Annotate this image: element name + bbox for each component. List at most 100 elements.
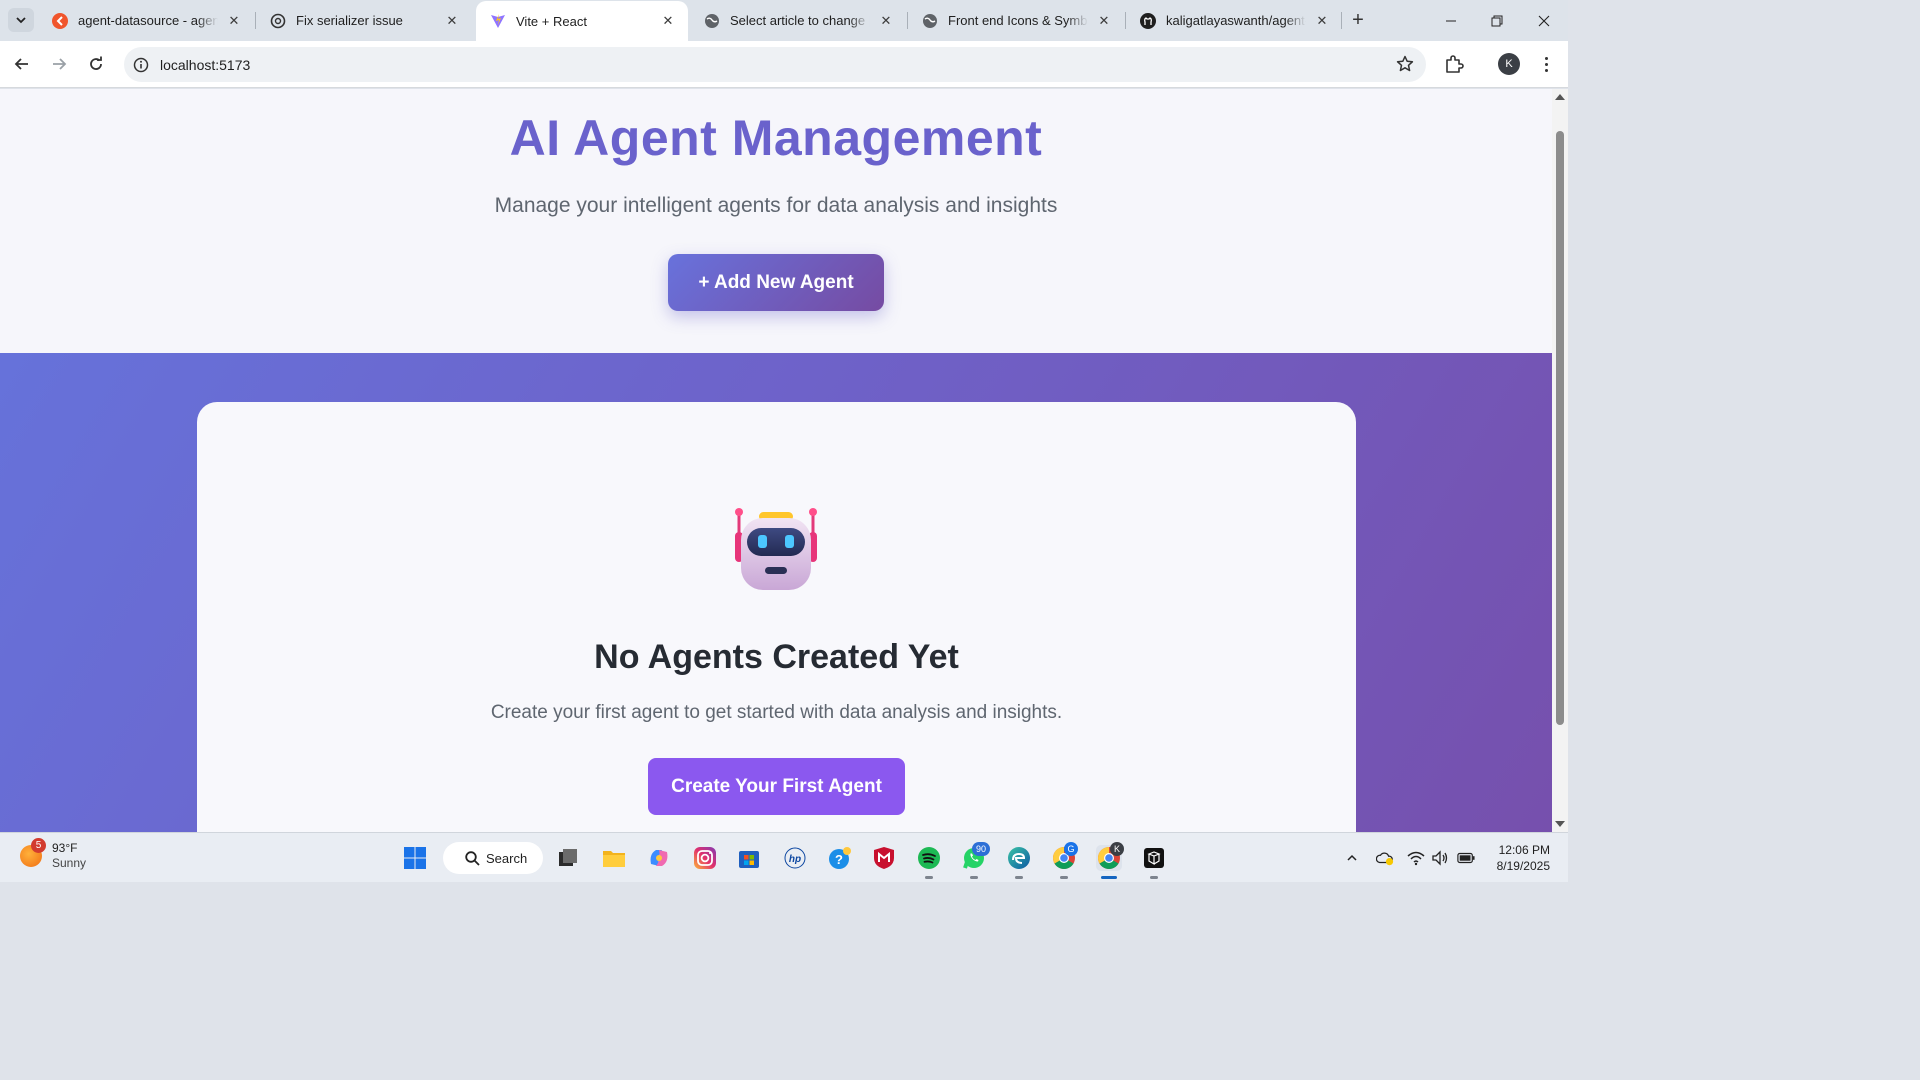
close-icon[interactable]: ✕ (224, 11, 244, 31)
microsoft-store-button[interactable] (736, 845, 762, 871)
speaker-icon (1432, 850, 1448, 866)
weather-widget[interactable]: 5 93°F Sunny (20, 838, 87, 871)
hp-app-button[interactable]: hp (782, 845, 808, 871)
openai-icon (270, 13, 286, 29)
page-scrollbar[interactable] (1552, 89, 1568, 832)
folder-icon (603, 851, 625, 867)
address-bar[interactable]: localhost:5173 (124, 47, 1426, 82)
globe-icon (922, 13, 938, 29)
tab-search-button[interactable] (8, 8, 34, 32)
edge-icon (1008, 847, 1030, 869)
url-text[interactable]: localhost:5173 (160, 57, 250, 73)
page-subtitle: Manage your intelligent agents for data … (494, 194, 1058, 217)
show-hidden-icons-button[interactable] (1343, 849, 1361, 867)
close-window-button[interactable] (1521, 0, 1567, 41)
minimize-button[interactable] (1428, 0, 1474, 41)
tab-title: kaligatlayaswanth/agent-s (1166, 13, 1306, 28)
tab-title: Vite + React (516, 13, 587, 29)
mcafee-button[interactable] (871, 845, 897, 871)
running-indicator (925, 876, 933, 879)
taskbar-search-label: Search (486, 850, 528, 866)
browser-menu-button[interactable] (1536, 53, 1556, 75)
running-indicator-active (1101, 876, 1117, 879)
page-header: AI Agent Management Manage your intellig… (0, 89, 1552, 353)
minimize-icon (1446, 20, 1456, 21)
restore-icon (1491, 15, 1503, 26)
tab-github[interactable]: kaligatlayaswanth/agent-s ✕ (1126, 0, 1342, 41)
tab-select-article[interactable]: Select article to change | D ✕ (690, 0, 906, 41)
running-indicator (1015, 876, 1023, 879)
github-icon (1140, 12, 1156, 29)
copilot-icon (650, 850, 668, 866)
whatsapp-badge: 90 (972, 842, 990, 856)
battery-icon (1457, 852, 1475, 864)
wifi-tray-icon[interactable] (1407, 849, 1425, 867)
windows-taskbar: 5 93°F Sunny Search hp ? 90 G K 12:06 PM… (0, 832, 1568, 882)
support-assistant-button[interactable]: ? (827, 845, 853, 871)
weather-badge: 5 (31, 838, 46, 853)
tab-divider (1341, 12, 1342, 29)
chevron-up-icon (1347, 854, 1357, 861)
scroll-up-arrow[interactable] (1555, 94, 1565, 100)
puzzle-icon (1446, 55, 1464, 73)
globe-icon (704, 13, 720, 29)
page-viewport: AI Agent Management Manage your intellig… (0, 89, 1552, 832)
arrow-left-icon (14, 58, 28, 70)
tab-title: Fix serializer issue (296, 13, 403, 28)
system-clock[interactable]: 12:06 PM 8/19/2025 (1480, 842, 1550, 874)
copilot-button[interactable] (646, 845, 672, 871)
battery-tray-icon[interactable] (1457, 849, 1475, 867)
task-view-button[interactable] (555, 845, 581, 871)
close-icon[interactable]: ✕ (876, 11, 896, 31)
mcafee-shield-icon (874, 847, 894, 869)
volume-tray-icon[interactable] (1431, 849, 1449, 867)
back-button[interactable] (8, 50, 36, 78)
close-icon[interactable]: ✕ (658, 11, 678, 31)
store-icon (739, 851, 759, 868)
dot (1544, 62, 1548, 66)
start-button[interactable] (402, 845, 428, 871)
extensions-button[interactable] (1443, 53, 1465, 80)
spotify-button[interactable] (916, 845, 942, 871)
tab-front-end-icons[interactable]: Front end Icons & Symbols ✕ (908, 0, 1124, 41)
onedrive-tray-icon[interactable] (1376, 849, 1394, 867)
create-first-agent-button[interactable]: Create Your First Agent (648, 758, 905, 815)
new-tab-button[interactable]: + (1347, 9, 1369, 31)
tab-title: Select article to change | D (730, 13, 870, 28)
tab-vite-react[interactable]: Vite + React ✕ (476, 1, 688, 41)
tab-fix-serializer[interactable]: Fix serializer issue ✕ (256, 0, 472, 41)
forward-button[interactable] (45, 50, 73, 78)
clock-time: 12:06 PM (1498, 843, 1550, 857)
instagram-icon (694, 847, 716, 869)
vite-icon (490, 13, 506, 29)
dot (1544, 68, 1548, 72)
dot (1544, 56, 1548, 60)
close-icon (1538, 15, 1550, 26)
bookmark-star-icon[interactable] (1396, 55, 1414, 78)
instagram-button[interactable] (692, 845, 718, 871)
scroll-down-arrow[interactable] (1555, 821, 1565, 827)
empty-state-card: No Agents Created Yet Create your first … (197, 402, 1356, 832)
cursor-app-button[interactable] (1141, 845, 1167, 871)
site-info-icon[interactable] (132, 56, 150, 74)
add-new-agent-button[interactable]: + Add New Agent (668, 254, 884, 311)
search-icon (465, 850, 480, 866)
running-indicator (1150, 876, 1158, 879)
weather-temp: 93°F (52, 841, 78, 855)
close-icon[interactable]: ✕ (442, 11, 462, 31)
running-indicator (970, 876, 978, 879)
hp-icon: hp (784, 847, 806, 869)
close-icon[interactable]: ✕ (1094, 11, 1114, 31)
profile-avatar[interactable]: K (1498, 53, 1520, 75)
weather-condition: Sunny (52, 856, 87, 870)
close-icon[interactable]: ✕ (1312, 11, 1332, 31)
restore-button[interactable] (1474, 0, 1520, 41)
reload-button[interactable] (82, 50, 110, 78)
edge-button[interactable] (1006, 845, 1032, 871)
page-title: AI Agent Management (509, 110, 1043, 166)
scrollbar-thumb[interactable] (1556, 131, 1564, 725)
taskbar-search[interactable]: Search (443, 842, 543, 874)
tab-agenta[interactable]: agent-datasource - agenta ✕ (38, 0, 254, 41)
running-indicator (1060, 876, 1068, 879)
file-explorer-button[interactable] (601, 845, 627, 871)
